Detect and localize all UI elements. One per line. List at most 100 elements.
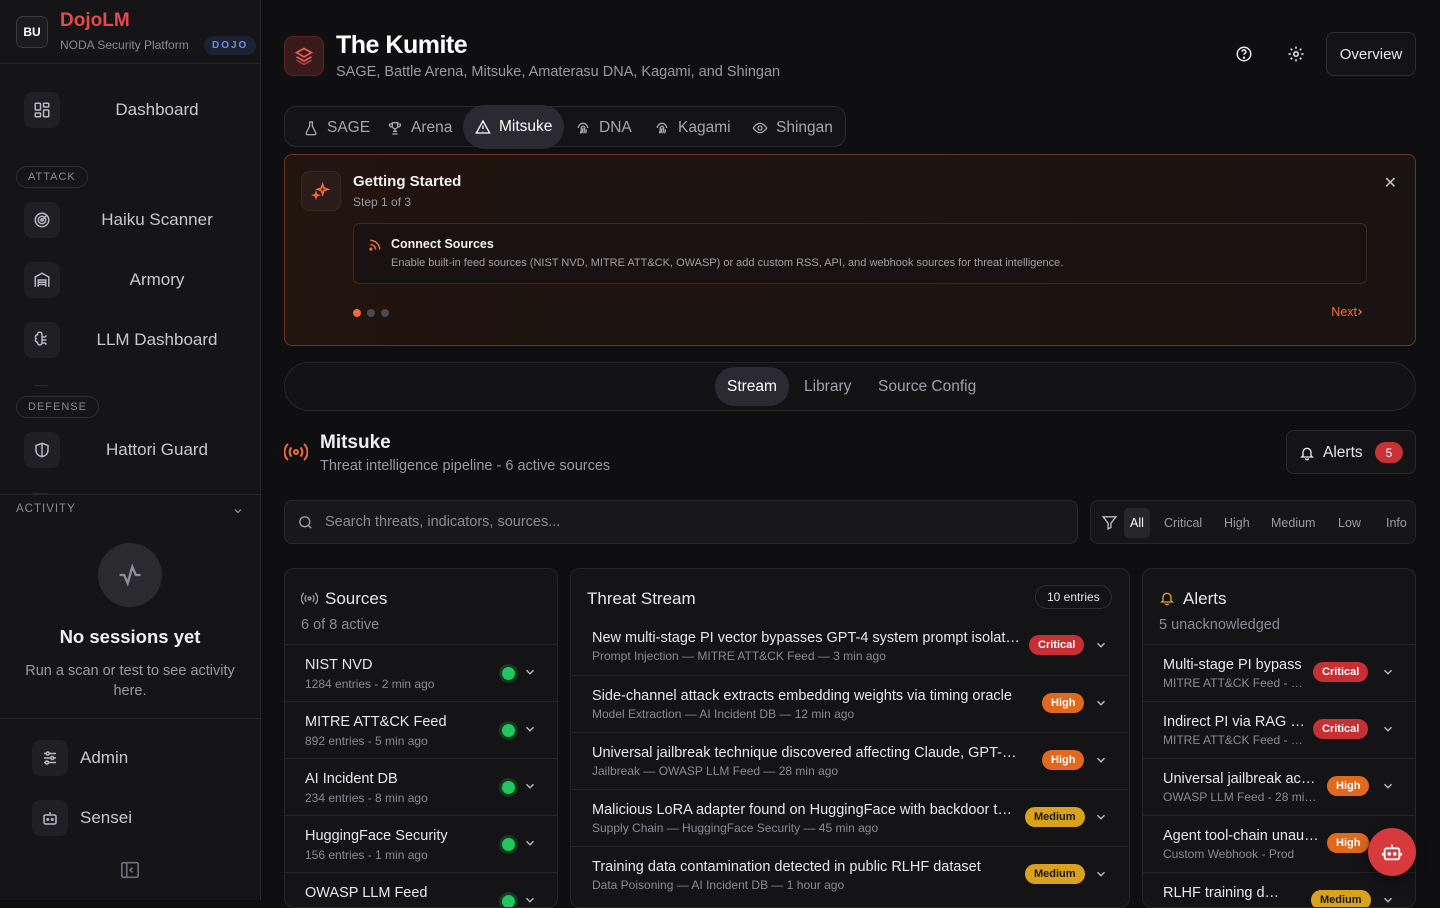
broadcast-icon xyxy=(284,441,308,463)
threat-title: Malicious LoRA adapter found on HuggingF… xyxy=(592,802,1014,818)
chevron-down-icon[interactable] xyxy=(1381,722,1395,736)
chevron-down-icon[interactable] xyxy=(523,836,537,850)
tab-mitsuke[interactable]: Mitsuke xyxy=(463,105,565,149)
threat-row[interactable]: Training data contamination detected in … xyxy=(572,846,1128,903)
source-name: OWASP LLM Feed xyxy=(305,885,428,901)
alert-row[interactable]: Indirect PI via RAG sources MITRE ATT&CK… xyxy=(1143,701,1415,758)
bell-icon xyxy=(1159,590,1175,606)
threat-meta: Jailbreak — OWASP LLM Feed — 28 min ago xyxy=(592,764,839,778)
panel-title: Sources xyxy=(325,589,388,608)
gear-icon[interactable] xyxy=(1276,34,1316,74)
source-row[interactable]: NIST NVD 1284 entries - 2 min ago xyxy=(285,644,557,701)
overview-button[interactable]: Overview xyxy=(1326,32,1416,76)
search-input[interactable] xyxy=(325,501,1065,543)
alert-row[interactable]: Universal jailbreak across models OWASP … xyxy=(1143,758,1415,815)
threat-row[interactable]: New multi-stage PI vector bypasses GPT-4… xyxy=(572,618,1128,675)
source-row[interactable]: MITRE ATT&CK Feed 892 entries - 5 min ag… xyxy=(285,701,557,758)
chevron-right-icon xyxy=(1355,307,1365,317)
threat-title: Side-channel attack extracts embedding w… xyxy=(592,688,1012,704)
next-button[interactable]: Next xyxy=(1331,305,1357,319)
status-dot xyxy=(502,781,515,794)
chevron-down-icon[interactable] xyxy=(523,893,537,907)
alert-row[interactable]: Multi-stage PI bypass MITRE ATT&CK Feed … xyxy=(1143,644,1415,701)
threat-row[interactable]: Malicious LoRA adapter found on HuggingF… xyxy=(572,789,1128,846)
step-dot[interactable] xyxy=(353,309,361,317)
threat-row[interactable]: Universal jailbreak technique discovered… xyxy=(572,732,1128,789)
tab-library[interactable]: Library xyxy=(792,367,863,406)
tab-arena[interactable]: Arena xyxy=(375,107,464,148)
sidebar: BU DojoLM NODA Security Platform DOJO Da… xyxy=(0,0,261,900)
chevron-down-icon[interactable] xyxy=(523,722,537,736)
sidebar-item-armory[interactable]: Armory xyxy=(24,260,244,300)
filter-medium[interactable]: Medium xyxy=(1265,508,1321,538)
search-icon xyxy=(297,514,314,531)
trophy-icon xyxy=(388,121,402,135)
tab-source-config[interactable]: Source Config xyxy=(866,367,988,406)
threat-meta: Supply Chain — HuggingFace Security — 45… xyxy=(592,821,879,835)
page-subtitle: SAGE, Battle Arena, Mitsuke, Amaterasu D… xyxy=(336,64,781,80)
source-row[interactable]: AI Incident DB 234 entries - 8 min ago xyxy=(285,758,557,815)
view-tabs: Stream Library Source Config xyxy=(284,362,1416,411)
source-row[interactable]: OWASP LLM Feed xyxy=(285,872,557,907)
tab-label: Shingan xyxy=(776,118,833,136)
chevron-down-icon[interactable] xyxy=(1094,696,1108,710)
section-label-attack: ATTACK xyxy=(16,166,88,188)
alert-title: Universal jailbreak across models xyxy=(1163,771,1319,787)
robot-icon xyxy=(1381,844,1403,861)
chevron-down-icon[interactable] xyxy=(1094,810,1108,824)
tab-stream[interactable]: Stream xyxy=(715,367,789,406)
sidebar-item-dashboard[interactable]: Dashboard xyxy=(24,90,244,130)
filter-all[interactable]: All xyxy=(1124,508,1150,538)
alert-row[interactable]: RLHF training data poisoning Medium xyxy=(1143,872,1415,907)
status-dot xyxy=(502,895,515,907)
close-icon[interactable]: ✕ xyxy=(1384,173,1397,193)
getting-started-panel: Getting Started Step 1 of 3 ✕ Connect So… xyxy=(284,154,1416,346)
empty-text: Run a scan or test to see activity here. xyxy=(25,663,235,699)
chevron-down-icon[interactable] xyxy=(1381,665,1395,679)
chevron-down-icon[interactable] xyxy=(232,505,244,517)
source-name: HuggingFace Security xyxy=(305,828,448,844)
alerts-button[interactable]: Alerts 5 xyxy=(1286,430,1416,474)
step-dot[interactable] xyxy=(367,309,375,317)
help-icon[interactable] xyxy=(1224,34,1264,74)
source-row[interactable]: HuggingFace Security 156 entries - 1 min… xyxy=(285,815,557,872)
sidebar-item-label: Sensei xyxy=(80,808,132,827)
chevron-down-icon[interactable] xyxy=(1381,893,1395,907)
chevron-down-icon[interactable] xyxy=(1094,753,1108,767)
tab-label: SAGE xyxy=(327,118,371,136)
severity-badge: Critical xyxy=(1313,662,1369,682)
alerts-label: Alerts xyxy=(1323,444,1363,461)
threat-title: Universal jailbreak technique discovered… xyxy=(592,745,1022,761)
assistant-button[interactable] xyxy=(1368,828,1416,876)
panel-subtitle: 6 of 8 active xyxy=(301,617,380,633)
tab-sage[interactable]: SAGE xyxy=(291,107,382,148)
tab-label: Mitsuke xyxy=(499,118,553,135)
chevron-down-icon[interactable] xyxy=(523,665,537,679)
sidebar-item-haiku-scanner[interactable]: Haiku Scanner xyxy=(24,200,244,240)
radar-icon xyxy=(24,202,60,238)
dashboard-icon xyxy=(24,92,60,128)
brand-subtitle: NODA Security Platform xyxy=(60,38,189,52)
filter-critical[interactable]: Critical xyxy=(1158,508,1208,538)
sidebar-item-label: Admin xyxy=(80,748,129,767)
chevron-down-icon[interactable] xyxy=(1094,867,1108,881)
chevron-down-icon[interactable] xyxy=(1381,779,1395,793)
threat-row[interactable]: Side-channel attack extracts embedding w… xyxy=(572,675,1128,732)
severity-badge: High xyxy=(1042,750,1085,770)
status-dot xyxy=(502,724,515,737)
tab-dna[interactable]: DNA xyxy=(563,107,644,148)
tab-kagami[interactable]: Kagami xyxy=(642,107,743,148)
avatar[interactable]: BU xyxy=(16,16,48,48)
filter-high[interactable]: High xyxy=(1218,508,1256,538)
filter-info[interactable]: Info xyxy=(1380,508,1413,538)
filter-low[interactable]: Low xyxy=(1332,508,1367,538)
step-dot[interactable] xyxy=(381,309,389,317)
tab-shingan[interactable]: Shingan xyxy=(740,107,845,148)
severity-filter: All Critical High Medium Low Info xyxy=(1090,500,1416,544)
chevron-down-icon[interactable] xyxy=(523,779,537,793)
sidebar-item-llm-dashboard[interactable]: LLM Dashboard xyxy=(24,320,244,360)
collapse-sidebar-icon[interactable] xyxy=(120,861,140,879)
search-box xyxy=(284,500,1078,544)
chevron-down-icon[interactable] xyxy=(1094,638,1108,652)
sidebar-item-hattori-guard[interactable]: Hattori Guard xyxy=(24,430,244,470)
